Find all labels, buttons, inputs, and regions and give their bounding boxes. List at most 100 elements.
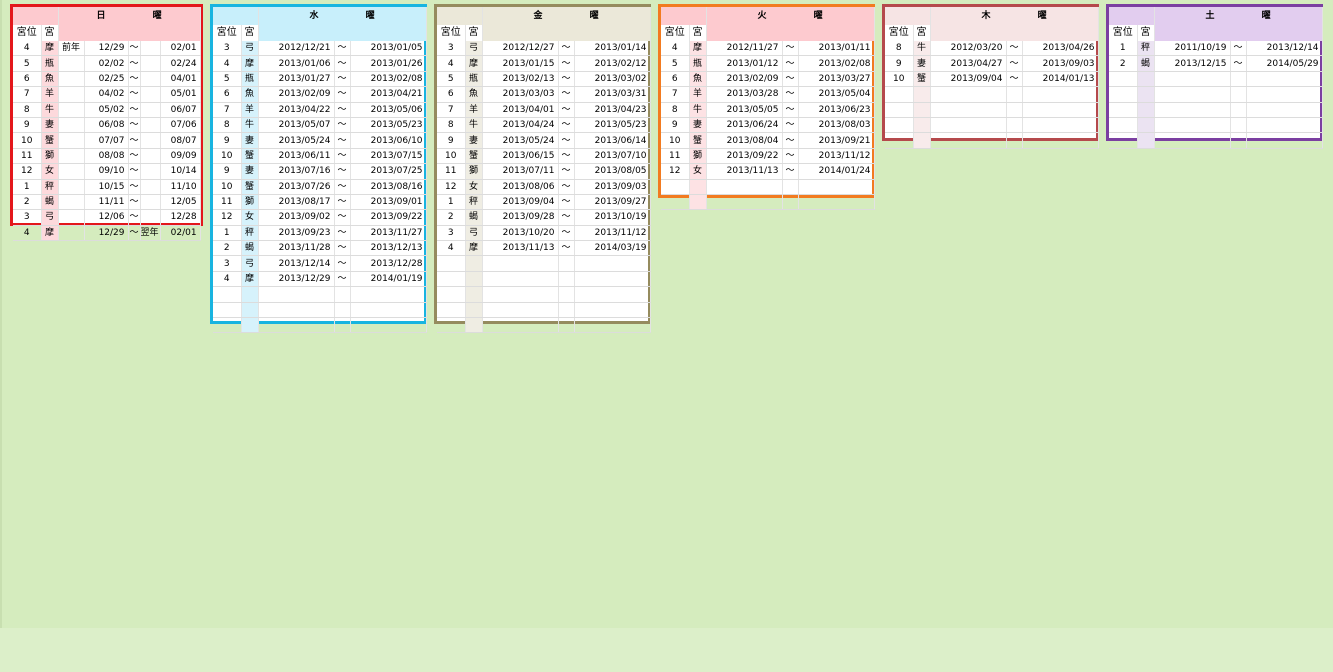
cell-start[interactable]: 2012/12/21 [258, 41, 335, 57]
cell-rank[interactable]: 9 [13, 117, 42, 134]
cell-tilde[interactable]: 〜 [128, 71, 141, 88]
cell-post[interactable] [140, 163, 161, 180]
cell-end[interactable] [350, 317, 427, 334]
cell-tilde[interactable]: 〜 [558, 194, 575, 211]
cell-rank[interactable]: 5 [213, 71, 242, 88]
cell-start[interactable]: 2013/03/28 [706, 86, 783, 103]
cell-tilde[interactable]: 〜 [334, 225, 351, 242]
cell-tilde[interactable]: 〜 [128, 102, 141, 118]
cell-end[interactable] [1246, 102, 1323, 118]
cell-rank[interactable]: 11 [661, 148, 690, 165]
cell-end[interactable]: 2013/03/02 [574, 71, 651, 88]
cell-sign[interactable]: 弓 [241, 255, 259, 272]
cell-start[interactable]: 2013/12/14 [258, 255, 335, 272]
cell-tilde[interactable]: 〜 [558, 148, 575, 165]
cell-start[interactable]: 09/10 [84, 163, 129, 180]
cell-start[interactable] [482, 302, 559, 319]
cell-sign[interactable]: 蝎 [465, 209, 483, 226]
cell-rank[interactable]: 1 [13, 179, 42, 195]
cell-sign[interactable]: 摩 [465, 55, 483, 72]
cell-rank[interactable]: 9 [661, 117, 690, 134]
cell-rank[interactable]: 9 [885, 55, 914, 72]
cell-sign[interactable] [689, 194, 707, 211]
cell-end[interactable] [574, 286, 651, 303]
cell-end[interactable]: 11/10 [160, 179, 201, 195]
cell-pre[interactable] [58, 225, 85, 242]
cell-sign[interactable]: 瓶 [465, 71, 483, 88]
cell-tilde[interactable]: 〜 [782, 148, 799, 165]
cell-rank[interactable]: 12 [661, 163, 690, 180]
cell-end[interactable]: 2013/07/10 [574, 148, 651, 165]
cell-start[interactable]: 2013/02/13 [482, 71, 559, 88]
cell-rank[interactable]: 1 [437, 194, 466, 211]
cell-rank[interactable]: 6 [213, 86, 242, 103]
cell-end[interactable] [574, 255, 651, 272]
cell-sign[interactable] [241, 286, 259, 303]
cell-start[interactable] [1154, 86, 1231, 103]
cell-tilde[interactable]: 〜 [1006, 71, 1023, 88]
cell-start[interactable] [1154, 71, 1231, 88]
cell-post[interactable] [140, 179, 161, 195]
cell-end[interactable]: 2013/05/04 [798, 86, 875, 103]
cell-post[interactable]: 翌年 [140, 225, 161, 242]
cell-post[interactable] [140, 55, 161, 72]
cell-rank[interactable]: 3 [437, 225, 466, 242]
cell-start[interactable]: 2013/12/29 [258, 271, 335, 288]
cell-tilde[interactable] [782, 179, 799, 195]
cell-end[interactable] [574, 302, 651, 319]
cell-rank[interactable]: 1 [213, 225, 242, 242]
cell-tilde[interactable]: 〜 [558, 209, 575, 226]
cell-tilde[interactable]: 〜 [334, 209, 351, 226]
cell-end[interactable] [574, 271, 651, 288]
cell-start[interactable]: 07/07 [84, 132, 129, 149]
cell-tilde[interactable]: 〜 [334, 117, 351, 134]
cell-start[interactable]: 2013/06/11 [258, 148, 335, 165]
cell-sign[interactable]: 弓 [41, 209, 59, 226]
cell-pre[interactable] [58, 117, 85, 134]
cell-pre[interactable] [58, 132, 85, 149]
cell-rank[interactable] [661, 194, 690, 211]
cell-start[interactable]: 2011/10/19 [1154, 41, 1231, 57]
cell-rank[interactable] [437, 255, 466, 272]
cell-end[interactable]: 2013/06/23 [798, 102, 875, 118]
cell-rank[interactable]: 4 [213, 271, 242, 288]
cell-start[interactable]: 2013/09/02 [258, 209, 335, 226]
cell-end[interactable]: 2013/01/14 [574, 41, 651, 57]
cell-tilde[interactable]: 〜 [558, 117, 575, 134]
cell-sign[interactable]: 羊 [241, 102, 259, 118]
cell-rank[interactable] [1109, 117, 1138, 134]
cell-start[interactable]: 2013/09/28 [482, 209, 559, 226]
cell-rank[interactable] [885, 117, 914, 134]
cell-pre[interactable] [58, 71, 85, 88]
cell-rank[interactable]: 4 [661, 41, 690, 57]
cell-tilde[interactable]: 〜 [782, 132, 799, 149]
cell-sign[interactable] [241, 317, 259, 334]
cell-sign[interactable]: 弓 [465, 41, 483, 57]
cell-sign[interactable] [241, 302, 259, 319]
cell-end[interactable] [1246, 132, 1323, 149]
cell-rank[interactable] [885, 102, 914, 118]
cell-sign[interactable]: 蟹 [689, 132, 707, 149]
cell-sign[interactable]: 牛 [689, 102, 707, 118]
cell-end[interactable]: 2013/09/01 [350, 194, 427, 211]
cell-pre[interactable] [58, 163, 85, 180]
cell-rank[interactable]: 7 [13, 86, 42, 103]
cell-sign[interactable]: 瓶 [41, 55, 59, 72]
cell-sign[interactable]: 魚 [689, 71, 707, 88]
cell-start[interactable]: 2013/08/06 [482, 179, 559, 195]
cell-post[interactable] [140, 102, 161, 118]
cell-start[interactable]: 12/29 [84, 41, 129, 57]
cell-tilde[interactable]: 〜 [334, 132, 351, 149]
cell-end[interactable]: 2013/09/27 [574, 194, 651, 211]
cell-tilde[interactable]: 〜 [558, 225, 575, 242]
cell-sign[interactable]: 蟹 [41, 132, 59, 149]
cell-start[interactable]: 2013/11/28 [258, 240, 335, 257]
cell-end[interactable]: 2013/05/06 [350, 102, 427, 118]
cell-sign[interactable] [1137, 86, 1155, 103]
cell-end[interactable]: 08/07 [160, 132, 201, 149]
cell-sign[interactable]: 妻 [465, 132, 483, 149]
cell-sign[interactable]: 蟹 [241, 179, 259, 195]
cell-sign[interactable]: 妻 [689, 117, 707, 134]
cell-end[interactable] [798, 194, 875, 211]
cell-end[interactable]: 2013/06/14 [574, 132, 651, 149]
